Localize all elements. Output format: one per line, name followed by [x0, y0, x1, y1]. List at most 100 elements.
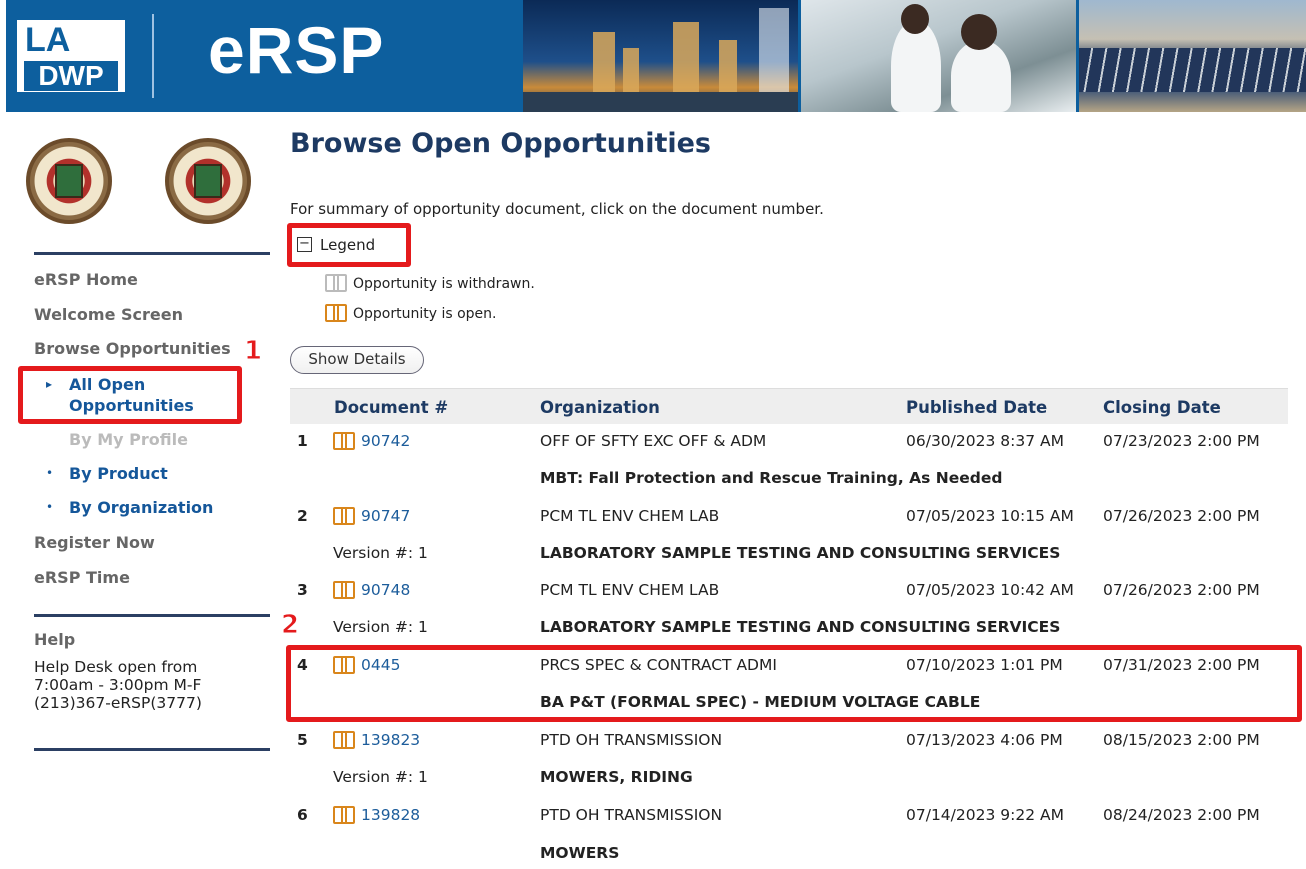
lab-worker-head [961, 14, 997, 50]
closing-date: 07/26/2023 2:00 PM [1103, 581, 1260, 599]
nav-by-product[interactable]: By Product [69, 464, 168, 483]
lab-worker [951, 40, 1011, 112]
closing-date: 07/26/2023 2:00 PM [1103, 507, 1260, 525]
page-title: Browse Open Opportunities [290, 128, 712, 159]
sidebar-divider [34, 748, 270, 751]
intro-text: For summary of opportunity document, cli… [290, 200, 824, 218]
document-number[interactable]: 139828 [361, 806, 420, 824]
closing-date: 08/24/2023 2:00 PM [1103, 806, 1260, 824]
sidebar-divider [34, 252, 270, 255]
city-photo [520, 0, 798, 112]
legend-open-text: Opportunity is open. [353, 306, 497, 322]
closing-date: 07/23/2023 2:00 PM [1103, 432, 1260, 450]
organization: OFF OF SFTY EXC OFF & ADM [540, 432, 767, 450]
book-open-icon [333, 731, 355, 749]
organization: PCM TL ENV CHEM LAB [540, 581, 720, 599]
banner-divider [152, 14, 154, 98]
published-date: 07/14/2023 9:22 AM [906, 806, 1064, 824]
published-date: 07/13/2023 4:06 PM [906, 731, 1063, 749]
seal-shield [55, 164, 83, 198]
solar-photo [1076, 0, 1306, 112]
help-text: Help Desk open from 7:00am - 3:00pm M-F … [34, 658, 202, 712]
opportunity-title: MBT: Fall Protection and Rescue Training… [540, 469, 1003, 487]
annotation-number-2: 2 [280, 610, 300, 641]
published-date: 07/05/2023 10:15 AM [906, 507, 1074, 525]
nav-ersp-time[interactable]: eRSP Time [34, 568, 130, 587]
nav-welcome-screen[interactable]: Welcome Screen [34, 305, 183, 324]
document-link[interactable]: 139828 [333, 806, 420, 824]
book-open-icon [333, 581, 355, 599]
lab-worker-head [901, 4, 929, 34]
city-building [593, 32, 615, 92]
seal-shield [194, 164, 222, 198]
nav-ersp-home[interactable]: eRSP Home [34, 270, 138, 289]
book-open-icon [333, 507, 355, 525]
col-organization[interactable]: Organization [540, 398, 660, 417]
legend-open: Opportunity is open. [325, 304, 497, 322]
document-link[interactable]: 90742 [333, 432, 410, 450]
document-number[interactable]: 90742 [361, 432, 410, 450]
version-number: Version #: 1 [333, 768, 428, 786]
document-number[interactable]: 90748 [361, 581, 410, 599]
organization: PTD OH TRANSMISSION [540, 731, 723, 749]
show-details-button[interactable]: Show Details [290, 346, 424, 374]
document-link[interactable]: 90748 [333, 581, 410, 599]
opportunity-title: MOWERS [540, 844, 620, 862]
col-closing-date[interactable]: Closing Date [1103, 398, 1221, 417]
lab-photo [798, 0, 1076, 112]
annotation-number-1: 1 [243, 336, 263, 367]
row-number: 5 [297, 731, 308, 749]
nav-browse-opportunities[interactable]: Browse Opportunities [34, 339, 231, 358]
col-published-date[interactable]: Published Date [906, 398, 1047, 417]
logo-line2: DWP [24, 61, 118, 91]
city-foreground [523, 92, 798, 112]
book-open-icon [333, 806, 355, 824]
organization: PCM TL ENV CHEM LAB [540, 507, 720, 525]
row-number: 3 [297, 581, 308, 599]
opportunity-title: MOWERS, RIDING [540, 768, 693, 786]
annotation-box-all-open [18, 366, 242, 424]
opportunity-title: LABORATORY SAMPLE TESTING AND CONSULTING… [540, 618, 1061, 636]
annotation-box-row-4 [286, 645, 1302, 722]
nav-register-now[interactable]: Register Now [34, 533, 155, 552]
city-building [759, 8, 789, 92]
col-document[interactable]: Document # [334, 398, 448, 417]
city-building [623, 48, 639, 92]
sidebar-divider [34, 614, 270, 617]
version-number: Version #: 1 [333, 618, 428, 636]
legend-withdrawn: Opportunity is withdrawn. [325, 274, 535, 292]
organization: PTD OH TRANSMISSION [540, 806, 723, 824]
city-building [719, 40, 737, 92]
row-number: 1 [297, 432, 308, 450]
city-building [673, 22, 699, 92]
dwp-seal [26, 138, 112, 224]
document-number[interactable]: 90747 [361, 507, 410, 525]
published-date: 07/05/2023 10:42 AM [906, 581, 1074, 599]
book-withdrawn-icon [325, 274, 347, 292]
nav-by-my-profile[interactable]: By My Profile [69, 430, 188, 449]
legend-withdrawn-text: Opportunity is withdrawn. [353, 276, 535, 292]
book-open-icon [333, 432, 355, 450]
dot-bullet-icon: • [46, 500, 54, 514]
document-number[interactable]: 139823 [361, 731, 420, 749]
closing-date: 08/15/2023 2:00 PM [1103, 731, 1260, 749]
help-title: Help [34, 630, 76, 649]
logo-line1: LA [25, 21, 71, 59]
ladwp-logo[interactable]: LA DWP [17, 20, 125, 92]
document-link[interactable]: 139823 [333, 731, 420, 749]
app-title: eRSP [208, 13, 385, 87]
book-open-icon [325, 304, 347, 322]
version-number: Version #: 1 [333, 544, 428, 562]
published-date: 06/30/2023 8:37 AM [906, 432, 1064, 450]
row-number: 6 [297, 806, 308, 824]
dot-bullet-icon: • [46, 466, 54, 480]
row-number: 2 [297, 507, 308, 525]
city-seal [165, 138, 251, 224]
annotation-box-legend [287, 223, 411, 267]
document-link[interactable]: 90747 [333, 507, 410, 525]
nav-by-organization[interactable]: By Organization [69, 498, 213, 517]
table-header: Document # Organization Published Date C… [290, 388, 1288, 424]
opportunity-title: LABORATORY SAMPLE TESTING AND CONSULTING… [540, 544, 1061, 562]
solar-panels [1079, 48, 1306, 92]
header-banner: LA DWP eRSP [6, 0, 1306, 112]
